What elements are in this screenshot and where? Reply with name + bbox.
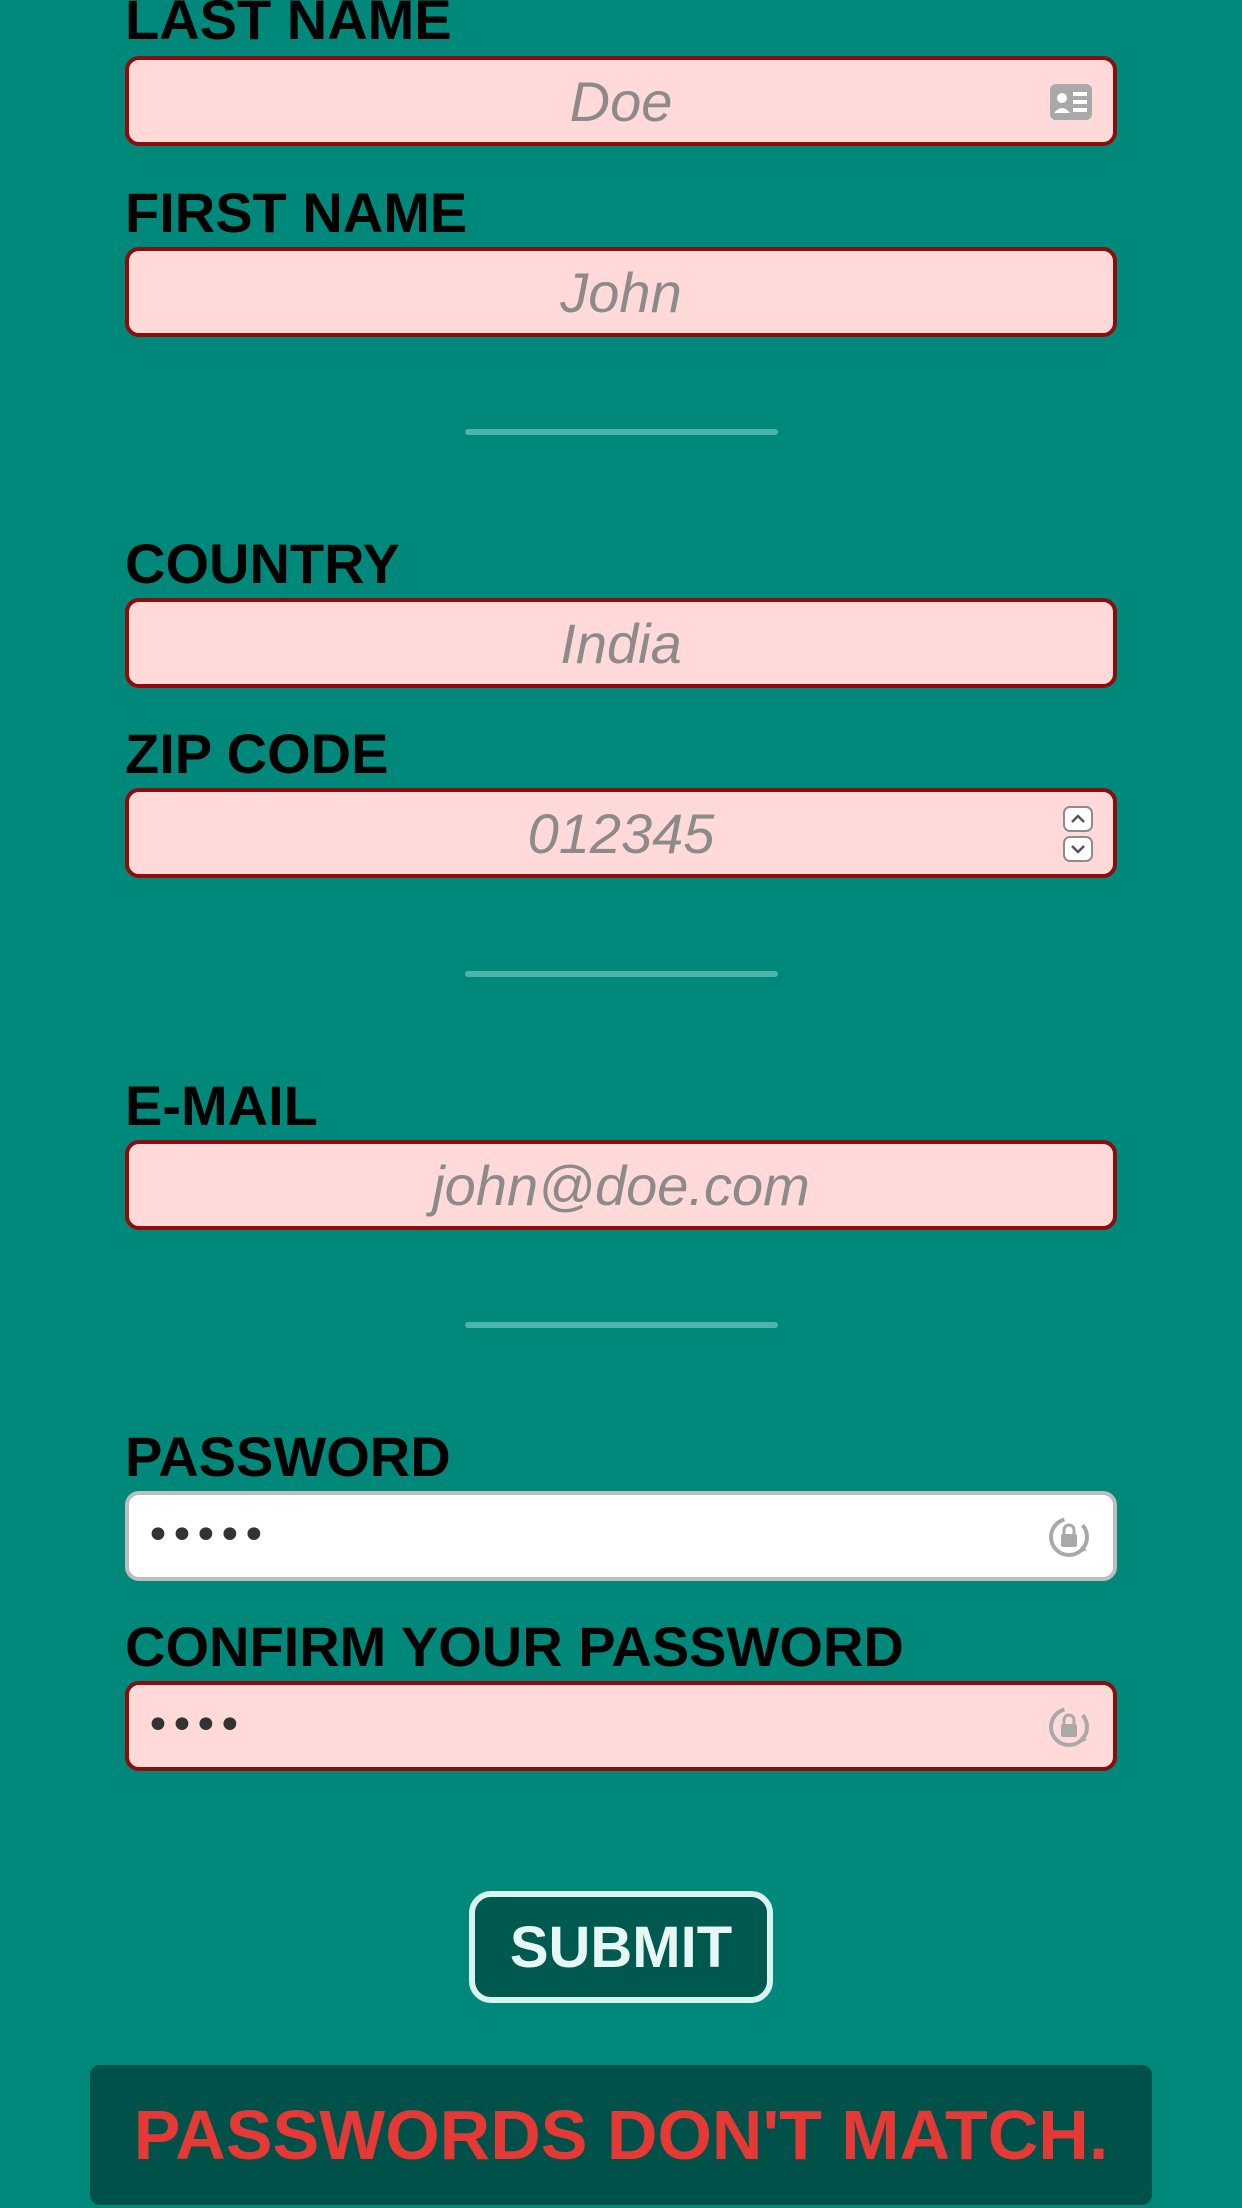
confirm-password-field[interactable]: ••••	[125, 1681, 1117, 1771]
email-field[interactable]	[125, 1140, 1117, 1230]
zip-code-input[interactable]	[129, 792, 1113, 874]
email-input[interactable]	[129, 1144, 1113, 1226]
password-key-icon[interactable]	[1047, 1705, 1091, 1749]
password-input[interactable]: •••••	[145, 1495, 267, 1577]
last-name-label: LAST NAME	[125, 0, 452, 51]
country-label: COUNTRY	[125, 532, 400, 595]
section-divider	[465, 429, 778, 435]
section-divider	[465, 1322, 778, 1328]
last-name-field[interactable]	[125, 56, 1117, 146]
country-field[interactable]	[125, 598, 1117, 688]
section-divider	[465, 971, 778, 977]
contact-card-icon[interactable]	[1049, 80, 1093, 124]
first-name-label: FIRST NAME	[125, 181, 468, 244]
password-field[interactable]: •••••	[125, 1491, 1117, 1581]
country-input[interactable]	[129, 602, 1113, 684]
error-banner: PASSWORDS DON'T MATCH.	[90, 2065, 1152, 2205]
password-label: PASSWORD	[125, 1425, 451, 1488]
first-name-input[interactable]	[129, 251, 1113, 333]
number-stepper-icon[interactable]	[1063, 806, 1093, 862]
password-key-icon[interactable]	[1047, 1515, 1091, 1559]
email-label: E-MAIL	[125, 1074, 318, 1137]
zip-code-label: ZIP CODE	[125, 722, 389, 785]
submit-button[interactable]: SUBMIT	[469, 1891, 773, 2003]
last-name-input[interactable]	[129, 60, 1113, 142]
confirm-password-input[interactable]: ••••	[145, 1685, 243, 1767]
first-name-field[interactable]	[125, 247, 1117, 337]
stepper-up-icon[interactable]	[1063, 806, 1093, 832]
zip-code-field[interactable]	[125, 788, 1117, 878]
error-message: PASSWORDS DON'T MATCH.	[133, 2096, 1109, 2174]
confirm-password-label: CONFIRM YOUR PASSWORD	[125, 1615, 904, 1678]
stepper-down-icon[interactable]	[1063, 836, 1093, 862]
